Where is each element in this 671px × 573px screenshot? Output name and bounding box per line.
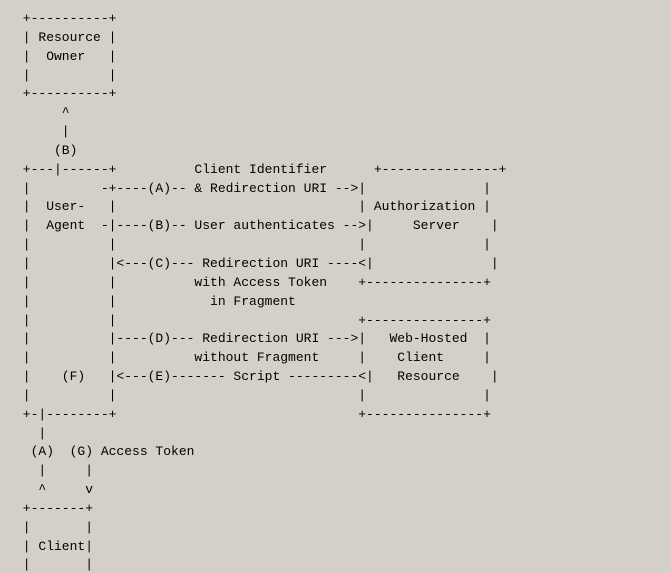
ascii-diagram: +----------+ | Resource | | Owner | | | … [15, 10, 656, 573]
diagram-container: +----------+ | Resource | | Owner | | | … [0, 0, 671, 573]
